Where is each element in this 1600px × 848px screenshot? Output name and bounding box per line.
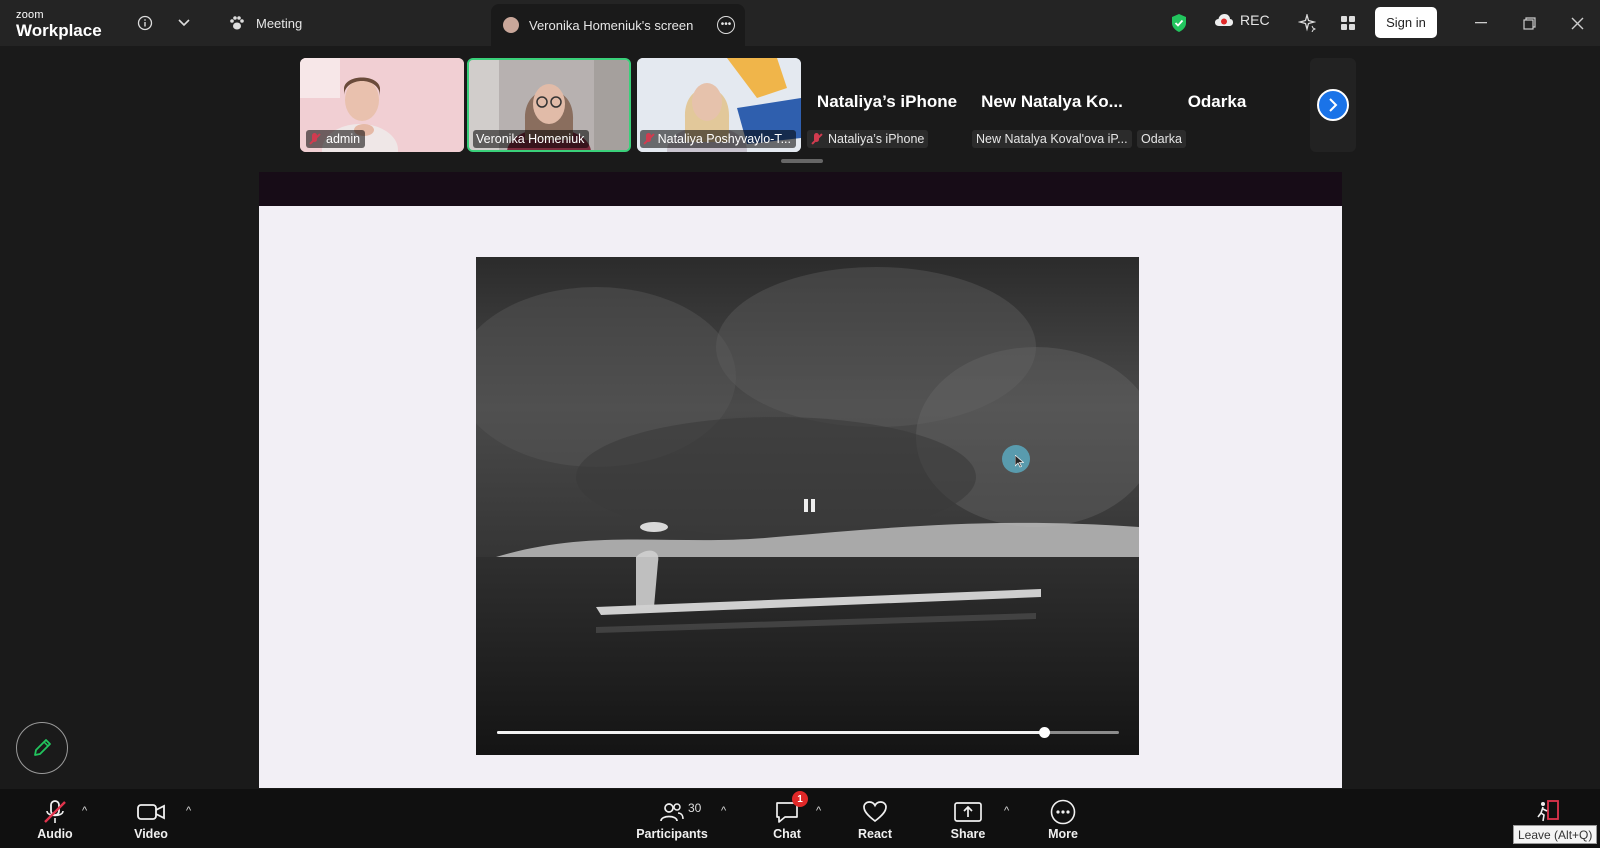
chat-icon: 1 [772,791,808,825]
participant-name-pill: Veronika Homeniuk [473,130,590,148]
react-label: React [857,827,893,841]
leave-tooltip: Leave (Alt+Q) [1513,825,1598,844]
logo-small-text: zoom [16,9,44,21]
meeting-label: Meeting [256,15,303,31]
minimize-icon[interactable] [1469,11,1493,35]
participant-tile-no-video[interactable]: Odarka Odarka [1135,58,1299,152]
participants-button[interactable]: Participants [634,789,710,848]
muted-microphone-icon [40,799,70,825]
pencil-icon [34,739,51,756]
chat-button[interactable]: 1 Chat [766,789,808,848]
ai-companion-icon[interactable] [1295,11,1319,35]
chat-label: Chat [773,827,801,841]
participants-count: 30 [688,801,702,815]
apps-icon[interactable] [1336,11,1360,35]
restore-icon[interactable] [1517,11,1541,35]
chevron-down-icon[interactable] [172,11,196,35]
participant-name: Odarka [1141,132,1182,146]
audio-button[interactable]: Audio [30,789,80,848]
sign-in-button[interactable]: Sign in [1375,7,1437,38]
participant-name-pill: New Natalya Koval'ova iP... [972,130,1132,148]
participant-name: Nataliya Poshyvaylo-T... [657,132,791,146]
zoom-meeting-window: zoom Workplace Meeting Veronika Homeniuk… [0,0,1600,848]
participant-tile-active-speaker[interactable]: Veronika Homeniuk [467,58,631,152]
audio-label: Audio [37,827,73,841]
shield-check-icon[interactable] [1167,11,1191,35]
participant-name: New Natalya Koval'ova iP... [976,132,1128,146]
leave-door-icon [1537,800,1559,822]
shared-screen-header [259,172,1342,206]
rec-label: REC [1240,12,1270,28]
participant-tile[interactable]: admin [300,58,464,152]
video-progress-bar[interactable] [497,727,1119,738]
pause-icon[interactable] [804,499,816,512]
video-progress-fill [497,731,1045,734]
chevron-right-icon[interactable] [1317,89,1349,121]
paw-icon [230,16,244,30]
share-screen-icon [953,799,983,825]
shared-screen-tab[interactable]: Veronika Homeniuk's screen ••• [491,4,745,46]
participant-tile-no-video[interactable]: New Natalya Ko... New Natalya Koval'ova … [970,58,1134,152]
participant-tile[interactable]: Nataliya Poshyvaylo-T... [637,58,801,152]
share-label: Share [950,827,986,841]
participant-name-pill: Nataliya’s iPhone [807,130,929,148]
logo-big-text: Workplace [16,21,102,40]
participant-display-name: Nataliya’s iPhone [816,92,958,111]
more-icon [1048,799,1078,825]
participant-tile-no-video[interactable]: Nataliya’s iPhone Nataliya’s iPhone [805,58,969,152]
participant-name: admin [326,132,361,146]
cloud-record-icon [1215,14,1233,26]
heart-icon [860,799,890,825]
strip-resize-handle[interactable] [781,159,823,163]
participant-name: Veronika Homeniuk [476,132,585,146]
meeting-button[interactable]: Meeting [228,12,302,34]
bottom-toolbar: Audio ^ Video ^ Participants 30 ^ 1 Chat… [0,789,1600,848]
participant-name: Nataliya’s iPhone [828,132,925,146]
participant-name-pill: Nataliya Poshyvaylo-T... [640,130,796,148]
audio-options-caret-icon[interactable]: ^ [82,805,87,817]
annotate-button[interactable] [16,722,68,774]
strip-next-page[interactable] [1310,58,1356,152]
participant-display-name: New Natalya Ko... [981,92,1123,111]
participant-name-pill: admin [306,130,366,148]
participants-label: Participants [636,827,708,841]
avatar [503,17,519,33]
close-icon[interactable] [1565,11,1589,35]
chat-options-caret-icon[interactable]: ^ [816,805,821,817]
share-button[interactable]: Share [944,789,992,848]
recording-indicator[interactable]: REC [1214,12,1270,28]
participant-display-name: Odarka [1187,92,1247,111]
info-icon[interactable] [133,11,157,35]
participants-icon [657,799,687,825]
more-button[interactable]: More [1041,789,1085,848]
video-camera-icon [136,799,166,825]
pointer-highlight [1002,445,1030,473]
more-label: More [1048,827,1078,841]
react-button[interactable]: React [851,789,899,848]
screen-tab-label: Veronika Homeniuk's screen [529,17,694,33]
video-label: Video [134,827,168,841]
participants-options-caret-icon[interactable]: ^ [721,805,726,817]
top-bar: zoom Workplace Meeting Veronika Homeniuk… [0,0,1600,46]
video-options-caret-icon[interactable]: ^ [186,805,191,817]
muted-mic-icon [643,133,653,145]
share-options-caret-icon[interactable]: ^ [1004,805,1009,817]
chat-unread-badge: 1 [792,791,808,807]
video-button[interactable]: Video [126,789,176,848]
more-options-icon[interactable]: ••• [717,16,735,34]
muted-mic-icon [811,133,823,145]
participant-name-pill: Odarka [1137,130,1186,148]
zoom-workplace-logo: zoom Workplace [16,9,102,40]
muted-mic-icon [309,133,321,145]
